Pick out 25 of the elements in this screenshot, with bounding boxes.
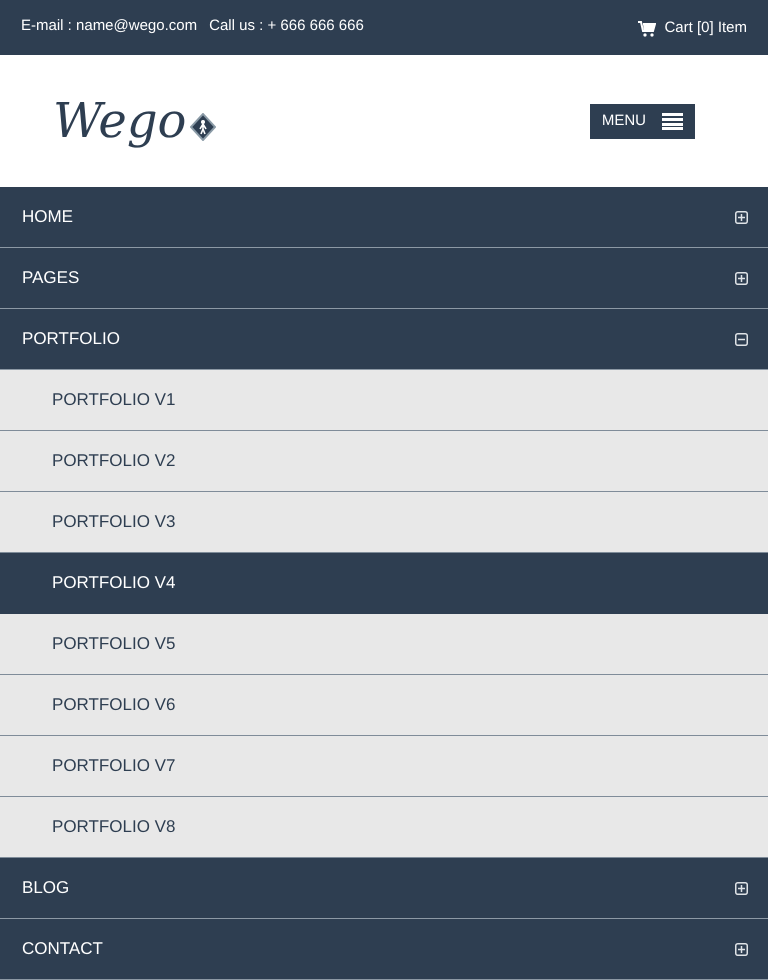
expand-icon[interactable] <box>735 210 748 224</box>
submenu-item[interactable]: PORTFOLIO V8 <box>0 797 768 858</box>
menu-item[interactable]: PORTFOLIO <box>0 309 768 370</box>
menu-item[interactable]: PAGES <box>0 248 768 309</box>
menu-item[interactable]: BLOG <box>0 858 768 919</box>
menu-button[interactable]: MENU <box>590 104 695 138</box>
cart-link[interactable]: Cart [0] Item <box>638 17 747 40</box>
expand-icon[interactable] <box>735 882 748 894</box>
collapse-icon[interactable] <box>735 332 748 346</box>
cart-icon <box>638 20 656 36</box>
email-text: E-mail : name@wego.com <box>21 16 198 36</box>
expand-icon[interactable] <box>735 942 748 956</box>
submenu-item[interactable]: PORTFOLIO V1 <box>0 370 768 431</box>
submenu-item[interactable]: PORTFOLIO V3 <box>0 492 768 553</box>
menu-icon <box>662 112 683 130</box>
submenu-item[interactable]: PORTFOLIO V2 <box>0 431 768 492</box>
submenu-item[interactable]: PORTFOLIO V6 <box>0 675 768 736</box>
logo-icon <box>190 113 216 141</box>
expand-icon[interactable] <box>735 272 748 284</box>
menu-item[interactable]: CONTACT <box>0 919 768 980</box>
submenu-item[interactable]: PORTFOLIO V5 <box>0 614 768 675</box>
menu-item[interactable]: HOME <box>0 187 768 248</box>
submenu-item[interactable]: PORTFOLIO V4 <box>0 553 768 614</box>
submenu-item[interactable]: PORTFOLIO V7 <box>0 736 768 797</box>
phone-text: Call us : + 666 666 666 <box>209 16 364 36</box>
